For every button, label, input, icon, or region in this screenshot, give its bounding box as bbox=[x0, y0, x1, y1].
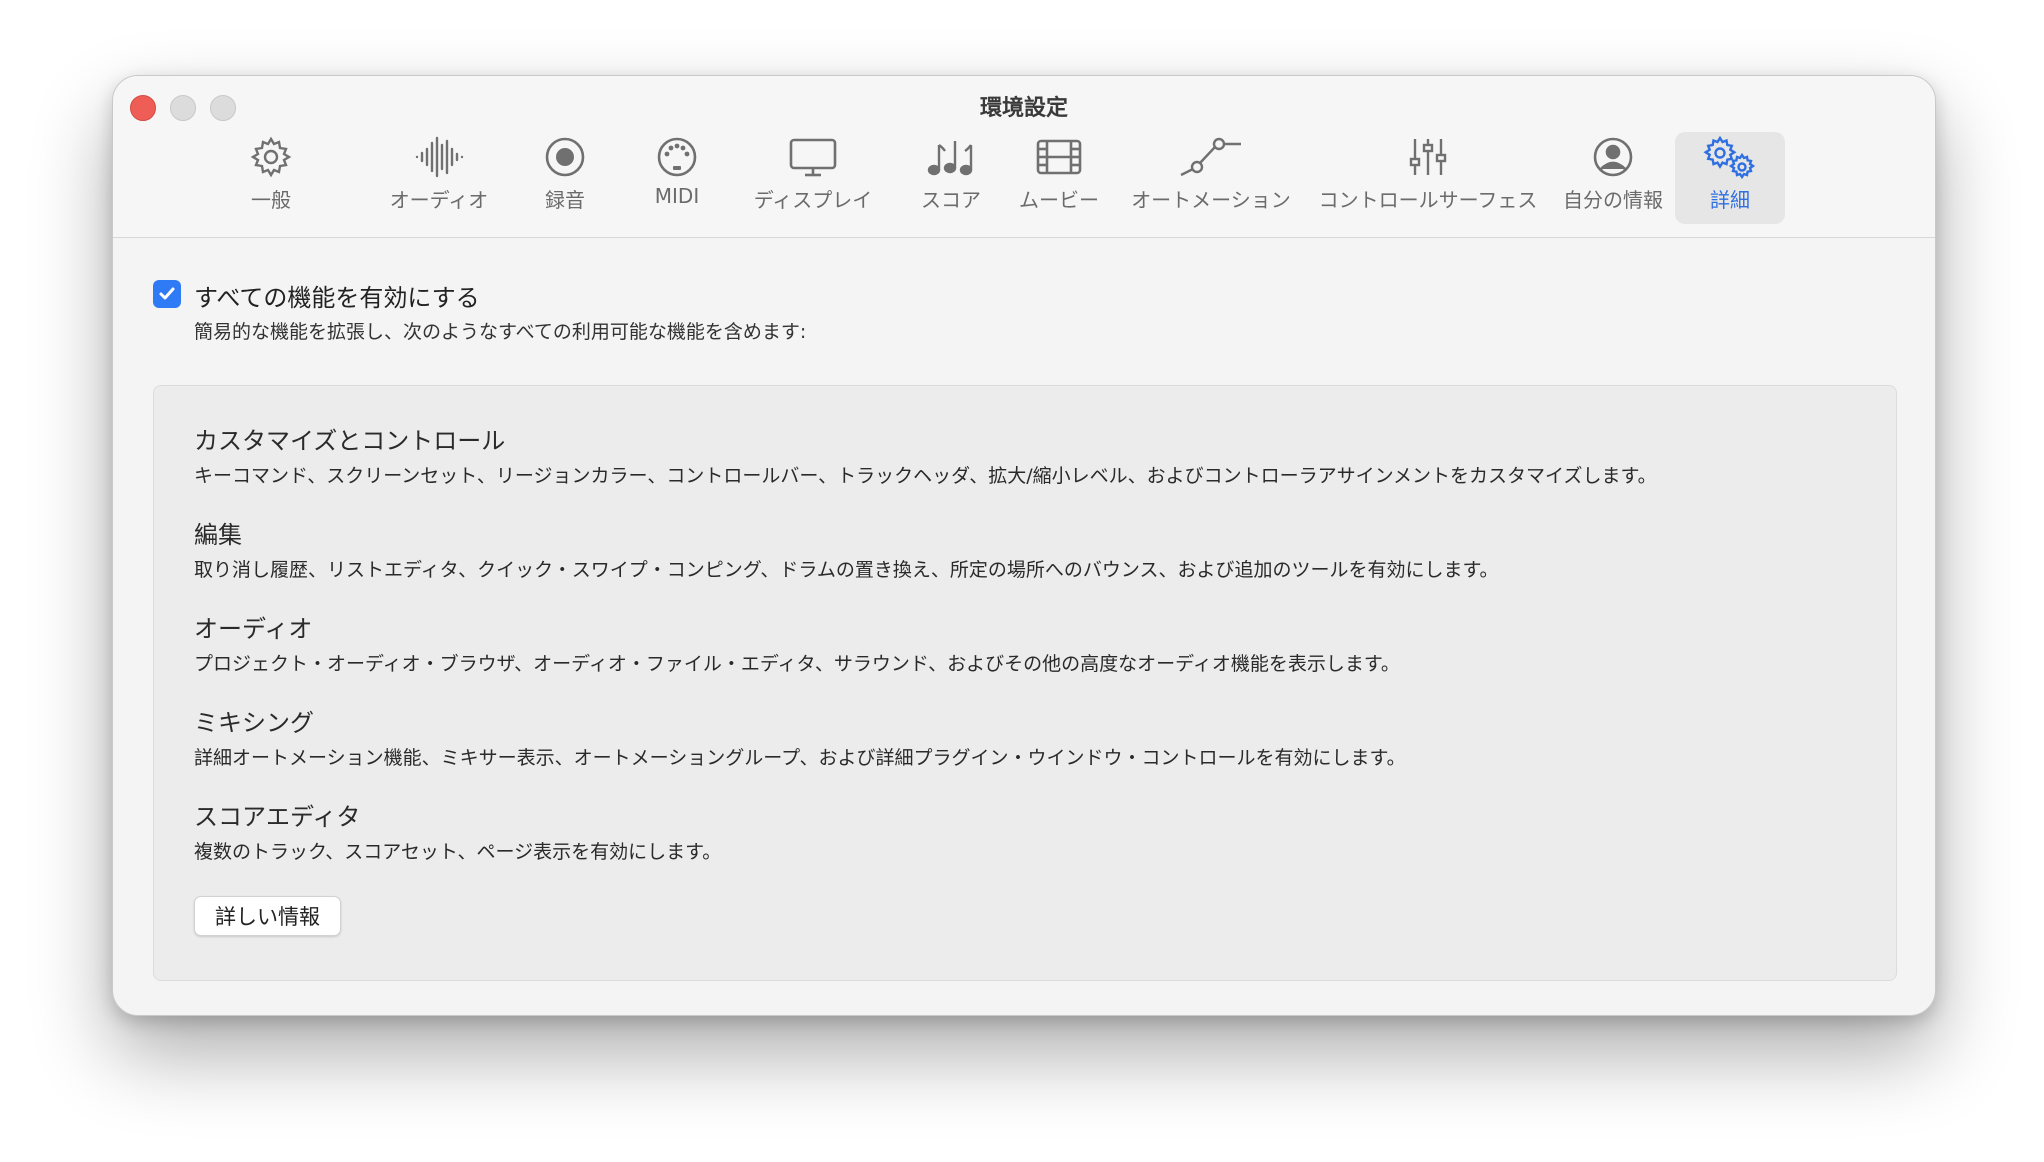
waveform-icon bbox=[413, 132, 465, 182]
feature-title: 編集 bbox=[194, 521, 242, 549]
feature-description: プロジェクト・オーディオ・ブラウザ、オーディオ・ファイル・エディタ、サラウンド、… bbox=[194, 653, 1400, 675]
more-info-button[interactable]: 詳しい情報 bbox=[194, 896, 341, 936]
tab-automation[interactable]: オートメーション bbox=[1113, 132, 1309, 224]
tab-label: オートメーション bbox=[1131, 188, 1291, 212]
tab-midi[interactable]: MIDI bbox=[629, 132, 725, 224]
tab-movie[interactable]: ムービー bbox=[1009, 132, 1109, 224]
person-icon bbox=[1591, 132, 1635, 182]
music-notes-icon bbox=[926, 132, 976, 182]
feature-description: 複数のトラック、スコアセット、ページ表示を有効にします。 bbox=[194, 841, 722, 863]
tab-label: 自分の情報 bbox=[1563, 188, 1663, 212]
titlebar: 環境設定 一般 オーディオ 録音 MIDI ディスプレイ スコア ムービー オー… bbox=[113, 76, 1935, 238]
midi-port-icon bbox=[655, 132, 699, 182]
record-icon bbox=[543, 132, 587, 182]
automation-icon bbox=[1179, 132, 1243, 182]
feature-customize: カスタマイズとコントロール キーコマンド、スクリーンセット、リージョンカラー、コ… bbox=[194, 426, 1657, 488]
preferences-window: 環境設定 一般 オーディオ 録音 MIDI ディスプレイ スコア ムービー オー… bbox=[112, 75, 1936, 1016]
gear-icon bbox=[249, 132, 293, 182]
feature-description: 詳細オートメーション機能、ミキサー表示、オートメーショングループ、および詳細プラ… bbox=[194, 747, 1406, 769]
tab-label: コントロールサーフェス bbox=[1318, 188, 1538, 212]
feature-mixing: ミキシング 詳細オートメーション機能、ミキサー表示、オートメーショングループ、お… bbox=[194, 708, 1406, 770]
gears-icon bbox=[1702, 132, 1758, 182]
tab-score[interactable]: スコア bbox=[903, 132, 999, 224]
tab-label: MIDI bbox=[654, 184, 700, 208]
enable-all-description: 簡易的な機能を拡張し、次のようなすべての利用可能な機能を含めます: bbox=[194, 321, 807, 343]
enable-all-checkbox[interactable] bbox=[153, 280, 181, 308]
tab-display[interactable]: ディスプレイ bbox=[741, 132, 885, 224]
tab-label: ムービー bbox=[1019, 188, 1099, 212]
feature-title: スコアエディタ bbox=[194, 803, 361, 831]
tab-my-info[interactable]: 自分の情報 bbox=[1551, 132, 1675, 224]
feature-editing: 編集 取り消し履歴、リストエディタ、クイック・スワイプ・コンピング、ドラムの置き… bbox=[194, 520, 1499, 582]
feature-audio: オーディオ プロジェクト・オーディオ・ブラウザ、オーディオ・ファイル・エディタ、… bbox=[194, 614, 1400, 676]
tab-audio[interactable]: オーディオ bbox=[383, 132, 495, 224]
tab-control-surfaces[interactable]: コントロールサーフェス bbox=[1309, 132, 1547, 224]
feature-title: カスタマイズとコントロール bbox=[194, 427, 506, 455]
film-icon bbox=[1035, 132, 1083, 182]
features-panel: カスタマイズとコントロール キーコマンド、スクリーンセット、リージョンカラー、コ… bbox=[153, 385, 1897, 981]
feature-title: オーディオ bbox=[194, 615, 313, 643]
display-icon bbox=[788, 132, 838, 182]
checkmark-icon bbox=[159, 287, 175, 300]
tab-label: ディスプレイ bbox=[753, 188, 873, 212]
feature-title: ミキシング bbox=[194, 709, 314, 737]
tab-general[interactable]: 一般 bbox=[223, 132, 319, 224]
tab-label: 録音 bbox=[545, 188, 585, 212]
tab-record[interactable]: 録音 bbox=[517, 132, 613, 224]
tab-advanced[interactable]: 詳細 bbox=[1675, 132, 1785, 224]
enable-all-label[interactable]: すべての機能を有効にする bbox=[194, 278, 480, 313]
tab-label: 詳細 bbox=[1710, 188, 1750, 212]
sliders-icon bbox=[1406, 132, 1450, 182]
tab-label: スコア bbox=[921, 188, 981, 212]
tab-label: オーディオ bbox=[389, 188, 489, 212]
feature-description: キーコマンド、スクリーンセット、リージョンカラー、コントロールバー、トラックヘッ… bbox=[194, 465, 1657, 487]
feature-description: 取り消し履歴、リストエディタ、クイック・スワイプ・コンピング、ドラムの置き換え、… bbox=[194, 559, 1499, 581]
tab-label: 一般 bbox=[251, 188, 291, 212]
window-title: 環境設定 bbox=[979, 96, 1068, 121]
feature-score-editor: スコアエディタ 複数のトラック、スコアセット、ページ表示を有効にします。 bbox=[194, 802, 721, 864]
advanced-pane: すべての機能を有効にする 簡易的な機能を拡張し、次のようなすべての利用可能な機能… bbox=[113, 238, 1935, 1015]
